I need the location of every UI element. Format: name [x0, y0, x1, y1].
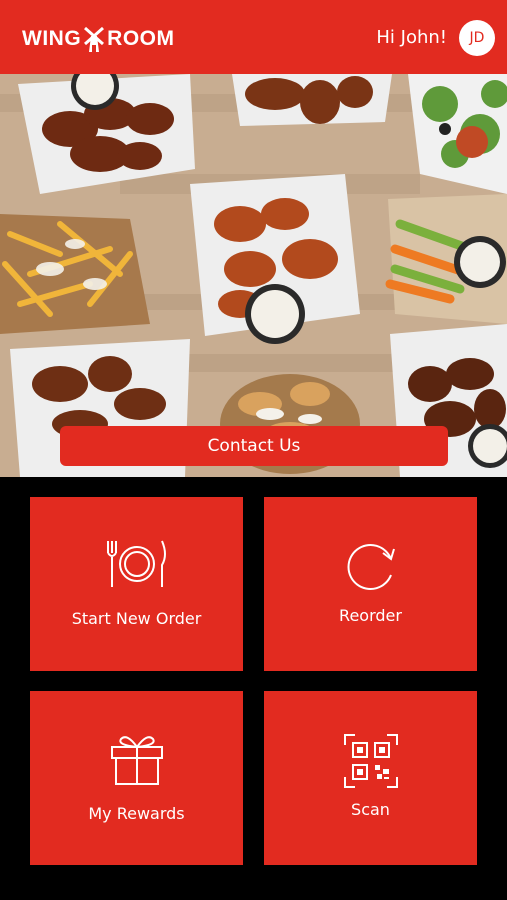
tile-label-my-rewards: My Rewards [88, 804, 185, 823]
gift-icon [110, 736, 163, 785]
contact-us-button[interactable]: Contact Us [60, 426, 448, 466]
my-rewards-tile[interactable]: My Rewards [30, 691, 243, 865]
avatar[interactable]: JD [459, 20, 495, 56]
reorder-refresh-icon [347, 544, 395, 590]
logo-text-left: WING [22, 27, 82, 50]
tile-label-scan: Scan [351, 800, 390, 819]
qr-scan-icon [343, 734, 398, 788]
tile-label-reorder: Reorder [339, 606, 402, 625]
wing-room-logo: WING ROOM [22, 26, 174, 52]
windmill-logo-icon [84, 26, 105, 52]
logo-text-right: ROOM [107, 27, 175, 50]
tile-label-start-new-order: Start New Order [71, 609, 202, 628]
scan-tile[interactable]: Scan [264, 691, 477, 865]
plate-fork-knife-icon [106, 540, 166, 587]
app-header: WING ROOM Hi John! JD [0, 0, 507, 74]
greeting-text: Hi John! [376, 27, 447, 48]
start-new-order-tile[interactable]: Start New Order [30, 497, 243, 671]
reorder-tile[interactable]: Reorder [264, 497, 477, 671]
food-spread-illustration [0, 74, 507, 477]
hero-food-image [0, 74, 507, 477]
